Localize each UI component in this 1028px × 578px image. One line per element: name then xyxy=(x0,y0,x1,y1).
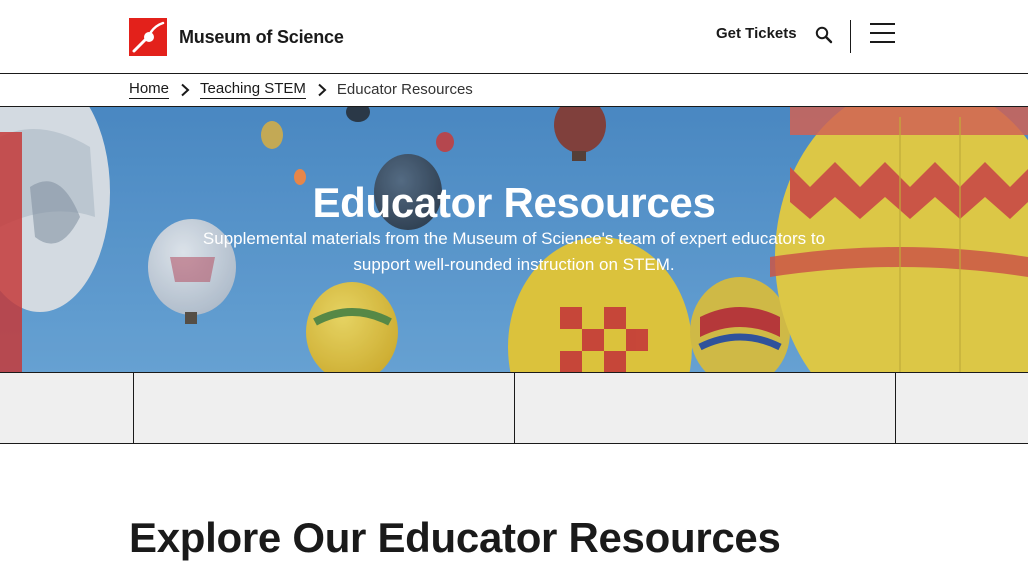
resource-tab-3[interactable] xyxy=(895,373,1028,443)
chevron-right-icon xyxy=(315,83,329,97)
search-icon[interactable] xyxy=(814,25,834,45)
resource-tabs-strip xyxy=(0,372,1028,444)
breadcrumb-home-link[interactable]: Home xyxy=(129,80,170,99)
hero-banner: Educator Resources Supplemental material… xyxy=(0,107,1028,372)
museum-logo-link[interactable]: Museum of Science xyxy=(129,18,344,56)
section-title: Explore Our Educator Resources xyxy=(129,514,781,561)
logo-text: Museum of Science xyxy=(179,26,344,47)
header-divider xyxy=(850,20,851,53)
breadcrumb-current: Educator Resources xyxy=(336,81,473,98)
get-tickets-link[interactable]: Get Tickets xyxy=(716,25,797,42)
resource-tab-1[interactable] xyxy=(133,373,515,443)
breadcrumb-teaching-stem-link[interactable]: Teaching STEM xyxy=(200,80,306,99)
hero-subtitle: Supplemental materials from the Museum o… xyxy=(202,229,826,274)
resource-tab-2[interactable] xyxy=(514,373,896,443)
hamburger-menu-icon[interactable] xyxy=(870,23,896,45)
site-header: Museum of Science Get Tickets xyxy=(0,0,1028,74)
chevron-right-icon xyxy=(178,83,192,97)
hero-title: Educator Resources xyxy=(312,179,716,226)
museum-logo-icon xyxy=(129,18,167,56)
breadcrumb: Home Teaching STEM Educator Resources xyxy=(0,74,1028,107)
